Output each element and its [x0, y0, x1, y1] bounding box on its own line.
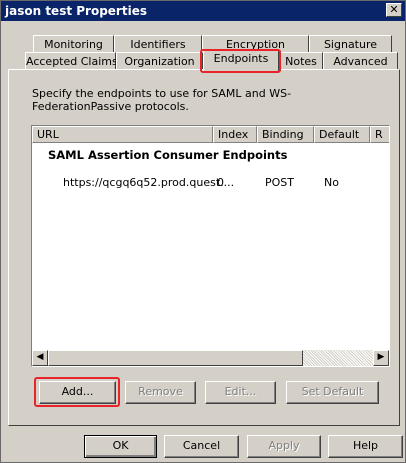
tab-signature[interactable]: Signature	[309, 35, 392, 53]
horizontal-scrollbar[interactable]: ◀ ▶	[32, 350, 389, 366]
row-url: https://qcgq6q52.prod.quest....	[63, 176, 235, 189]
tab-organization[interactable]: Organization	[116, 52, 203, 70]
tab-identifiers[interactable]: Identifiers	[114, 35, 202, 53]
row-binding: POST	[265, 176, 294, 189]
add-button[interactable]: Add...	[39, 381, 116, 404]
endpoints-description: Specify the endpoints to use for SAML an…	[32, 87, 292, 113]
ok-button[interactable]: OK	[84, 435, 157, 458]
column-index[interactable]: Index	[213, 126, 257, 143]
remove-button[interactable]: Remove	[125, 381, 196, 404]
title-bar[interactable]: jason test Properties ✕	[1, 1, 405, 21]
tab-endpoints[interactable]: Endpoints	[203, 49, 279, 71]
column-r[interactable]: R	[370, 126, 389, 143]
window-title: jason test Properties	[5, 4, 147, 18]
row-default: No	[324, 176, 339, 189]
close-icon[interactable]: ✕	[386, 3, 402, 17]
column-binding[interactable]: Binding	[257, 126, 314, 143]
edit-button[interactable]: Edit...	[205, 381, 276, 404]
scrollbar-thumb[interactable]	[48, 350, 303, 366]
set-default-button[interactable]: Set Default	[286, 381, 379, 404]
group-header: SAML Assertion Consumer Endpoints	[48, 148, 288, 162]
tab-monitoring[interactable]: Monitoring	[33, 35, 114, 53]
scroll-right-icon[interactable]: ▶	[373, 350, 389, 366]
tab-row-front: Accepted Claims Organization Endpoints N…	[1, 49, 406, 71]
help-button[interactable]: Help	[328, 435, 403, 458]
tab-advanced[interactable]: Advanced	[323, 52, 398, 70]
properties-dialog: jason test Properties ✕ Monitoring Ident…	[0, 0, 406, 463]
list-header: URL Index Binding Default R	[32, 126, 389, 143]
column-default[interactable]: Default	[314, 126, 370, 143]
scroll-left-icon[interactable]: ◀	[32, 350, 48, 366]
row-index: 0	[217, 176, 224, 189]
tab-notes[interactable]: Notes	[279, 52, 323, 70]
endpoints-list[interactable]: URL Index Binding Default R SAML Asserti…	[31, 125, 390, 367]
cancel-button[interactable]: Cancel	[164, 435, 239, 458]
column-url[interactable]: URL	[32, 126, 213, 143]
apply-button[interactable]: Apply	[247, 435, 321, 458]
tab-accepted-claims[interactable]: Accepted Claims	[25, 52, 118, 70]
scrollbar-track[interactable]	[303, 350, 373, 366]
